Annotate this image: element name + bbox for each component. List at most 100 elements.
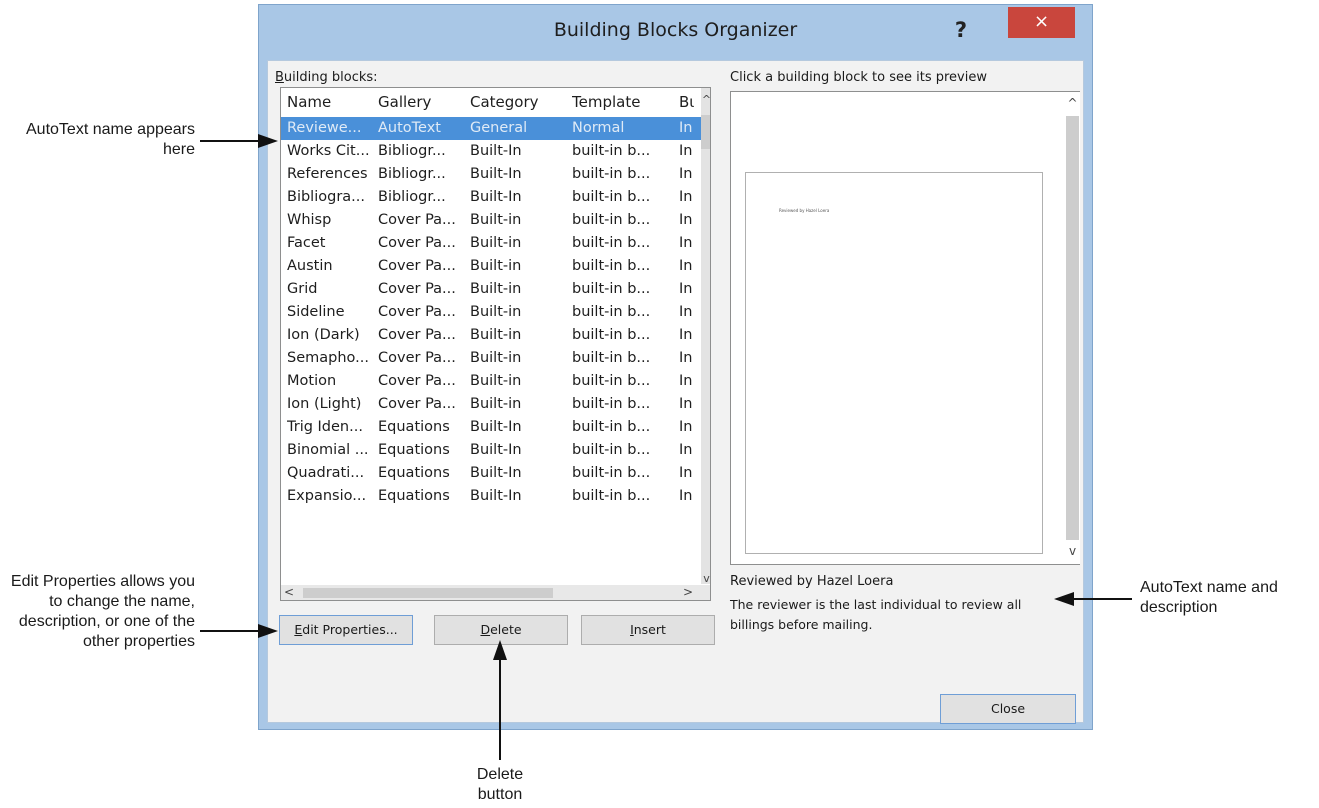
cell-name: Ion (Dark) xyxy=(287,327,360,343)
list-item[interactable]: Ion (Light) Cover Pa... Built-in built-in b… xyxy=(281,393,701,416)
list-header: Name Gallery Category Template Bι xyxy=(281,88,701,115)
cell-template: built-in b... xyxy=(572,258,651,274)
callout-autotext-name: AutoText name appears here xyxy=(26,121,195,158)
preview-page-text: Reviewed by Hazel Loera xyxy=(779,208,830,213)
scrollbar-thumb[interactable] xyxy=(1066,116,1079,540)
cell-category: Built-In xyxy=(470,442,522,458)
scroll-up-icon[interactable]: ^ xyxy=(1066,97,1079,109)
cell-gallery: Cover Pa... xyxy=(378,258,456,274)
cell-behavior: In xyxy=(679,373,693,389)
cell-name: Expansio... xyxy=(287,488,367,504)
scroll-right-icon[interactable]: > xyxy=(683,586,693,598)
callout-arrowhead xyxy=(258,624,278,638)
list-item[interactable]: Austin Cover Pa... Built-in built-in b... In xyxy=(281,255,701,278)
scrollbar-thumb[interactable] xyxy=(303,588,553,598)
cell-category: Built-In xyxy=(470,143,522,159)
list-rows: Reviewe... AutoText General Normal In Works C… xyxy=(281,117,701,508)
building-blocks-label: Building blocks: xyxy=(275,70,378,85)
callout-edit-properties: Edit Properties allows you to change the… xyxy=(10,573,195,650)
cell-name: Whisp xyxy=(287,212,332,228)
list-item[interactable]: Whisp Cover Pa... Built-in built-in b... In xyxy=(281,209,701,232)
cell-category: Built-in xyxy=(470,212,522,228)
list-vertical-scrollbar[interactable]: ^ v xyxy=(701,88,710,584)
cell-gallery: Bibliogr... xyxy=(378,189,446,205)
list-item[interactable]: Sideline Cover Pa... Built-in built-in b...… xyxy=(281,301,701,324)
cell-gallery: Cover Pa... xyxy=(378,396,456,412)
scroll-left-icon[interactable]: < xyxy=(284,586,294,598)
building-blocks-list[interactable]: Name Gallery Category Template Bι Review… xyxy=(280,87,711,601)
cell-behavior: In xyxy=(679,120,693,136)
scrollbar-thumb[interactable] xyxy=(701,115,710,149)
cell-behavior: In xyxy=(679,235,693,251)
list-item[interactable]: Grid Cover Pa... Built-in built-in b... In xyxy=(281,278,701,301)
list-item[interactable]: Quadrati... Equations Built-In built-in b..… xyxy=(281,462,701,485)
callout-arrowhead xyxy=(1054,592,1074,606)
list-item[interactable]: Trig Iden... Equations Built-In built-in b.… xyxy=(281,416,701,439)
cell-gallery: Equations xyxy=(378,442,450,458)
cell-name: Facet xyxy=(287,235,326,251)
cell-template: built-in b... xyxy=(572,419,651,435)
list-item[interactable]: Works Cit... Bibliogr... Built-In built-in … xyxy=(281,140,701,163)
cell-gallery: Cover Pa... xyxy=(378,327,456,343)
callout-name-and-description: AutoText name and description xyxy=(1140,579,1278,616)
cell-template: built-in b... xyxy=(572,189,651,205)
callout-arrow-line xyxy=(1072,598,1132,600)
cell-template: built-in b... xyxy=(572,373,651,389)
column-header-behavior[interactable]: Bι xyxy=(679,93,701,111)
cell-template: built-in b... xyxy=(572,143,651,159)
scroll-down-icon[interactable]: v xyxy=(701,573,710,584)
cell-behavior: In xyxy=(679,212,693,228)
cell-gallery: Bibliogr... xyxy=(378,166,446,182)
list-item[interactable]: Ion (Dark) Cover Pa... Built-in built-in b.… xyxy=(281,324,701,347)
column-header-category[interactable]: Category xyxy=(470,93,570,111)
cell-behavior: In xyxy=(679,419,693,435)
cell-behavior: In xyxy=(679,396,693,412)
preview-label: Click a building block to see its previe… xyxy=(730,70,987,85)
list-item[interactable]: Reviewe... AutoText General Normal In xyxy=(281,117,701,140)
list-item[interactable]: Semapho... Cover Pa... Built-in built-in b.… xyxy=(281,347,701,370)
cell-template: built-in b... xyxy=(572,166,651,182)
preview-scrollbar[interactable]: ^ v xyxy=(1064,92,1080,564)
list-item[interactable]: Bibliogra... Bibliogr... Built-In built-in … xyxy=(281,186,701,209)
cell-category: Built-in xyxy=(470,350,522,366)
block-description: The reviewer is the last individual to r… xyxy=(730,597,1022,632)
preview-pane: Reviewed by Hazel Loera ^ v xyxy=(730,91,1080,565)
list-item[interactable]: Facet Cover Pa... Built-in built-in b... In xyxy=(281,232,701,255)
column-header-gallery[interactable]: Gallery xyxy=(378,93,472,111)
scroll-down-icon[interactable]: v xyxy=(1066,545,1079,557)
list-item[interactable]: Expansio... Equations Built-In built-in b..… xyxy=(281,485,701,508)
list-horizontal-scrollbar[interactable]: < > xyxy=(281,585,710,600)
column-header-template[interactable]: Template xyxy=(572,93,677,111)
list-item[interactable]: References Bibliogr... Built-In built-in b.… xyxy=(281,163,701,186)
cell-category: Built-in xyxy=(470,235,522,251)
cell-category: Built-in xyxy=(470,258,522,274)
cell-category: Built-in xyxy=(470,327,522,343)
cell-behavior: In xyxy=(679,327,693,343)
close-button[interactable]: Close xyxy=(940,694,1076,724)
list-item[interactable]: Binomial ... Equations Built-In built-in b.… xyxy=(281,439,701,462)
cell-behavior: In xyxy=(679,166,693,182)
cell-category: Built-In xyxy=(470,465,522,481)
cell-template: built-in b... xyxy=(572,465,651,481)
cell-template: built-in b... xyxy=(572,281,651,297)
scroll-up-icon[interactable]: ^ xyxy=(701,94,710,105)
close-window-button[interactable]: × xyxy=(1008,7,1075,38)
cell-template: built-in b... xyxy=(572,442,651,458)
cell-name: Binomial ... xyxy=(287,442,369,458)
block-name: Reviewed by Hazel Loera xyxy=(730,574,894,589)
cell-name: References xyxy=(287,166,368,182)
column-header-name[interactable]: Name xyxy=(287,93,379,111)
callout-arrow-line xyxy=(200,140,260,142)
help-button[interactable]: ? xyxy=(949,15,973,45)
cell-template: built-in b... xyxy=(572,327,651,343)
building-blocks-organizer-dialog: Building Blocks Organizer ? × Building b… xyxy=(258,4,1093,730)
list-item[interactable]: Motion Cover Pa... Built-in built-in b... In xyxy=(281,370,701,393)
cell-gallery: Cover Pa... xyxy=(378,212,456,228)
cell-gallery: Bibliogr... xyxy=(378,143,446,159)
edit-properties-button[interactable]: Edit Properties... xyxy=(279,615,413,645)
cell-template: built-in b... xyxy=(572,350,651,366)
cell-behavior: In xyxy=(679,189,693,205)
insert-button[interactable]: Insert xyxy=(581,615,715,645)
cell-template: built-in b... xyxy=(572,212,651,228)
cell-category: General xyxy=(470,120,528,136)
